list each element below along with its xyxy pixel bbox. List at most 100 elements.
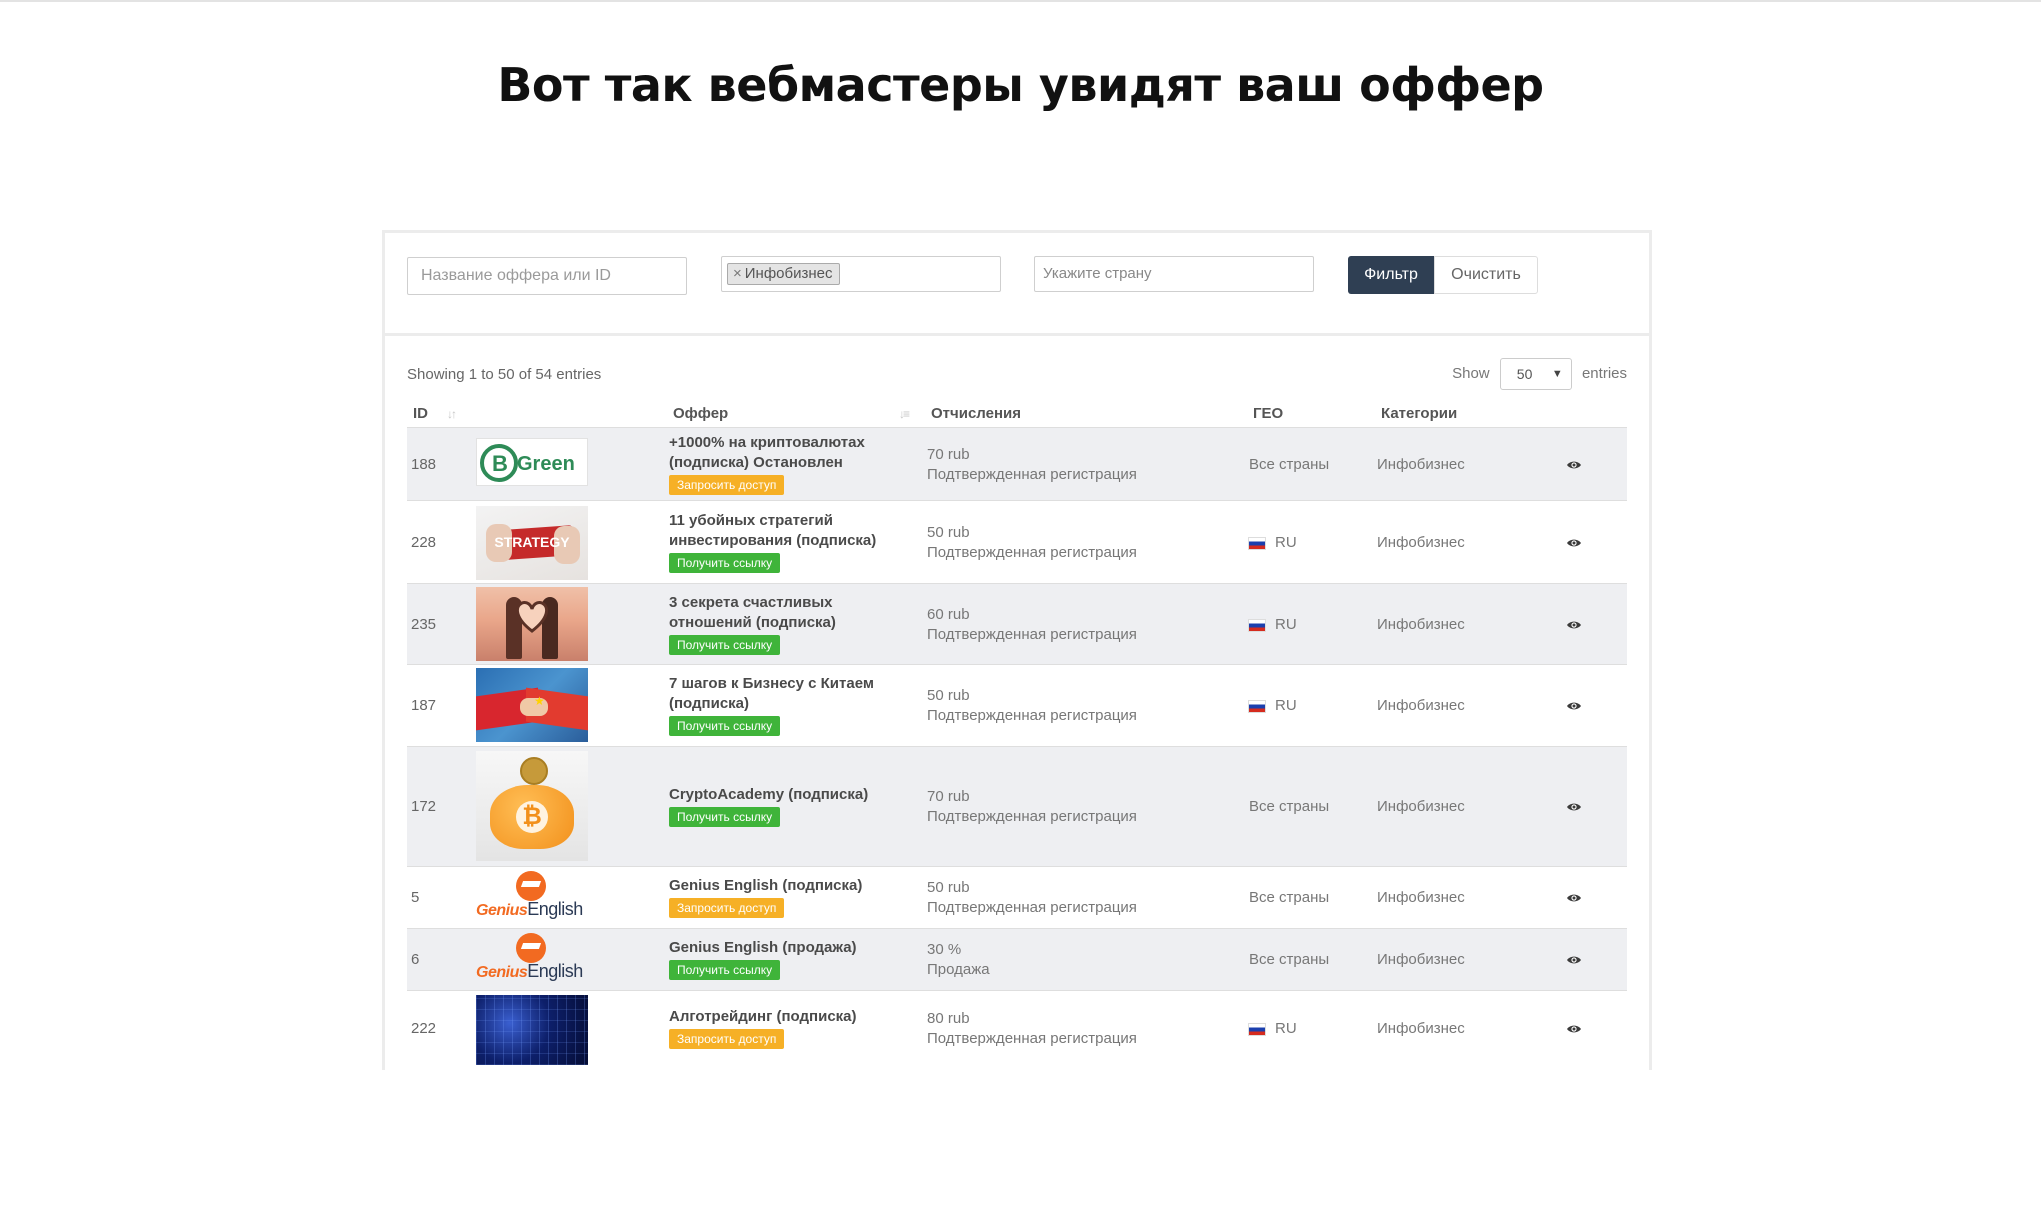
request-access-button[interactable]: Запросить доступ [669,898,785,918]
geo-cell: Все страны [1249,889,1329,906]
payout-amount: 50 rub [927,524,970,541]
column-id[interactable]: ID [413,405,428,422]
offer-title[interactable]: +1000% на криптовалютах (подписка) Остан… [669,433,909,473]
geo-cell: Все страны [1249,456,1329,473]
offer-title[interactable]: 3 секрета счастливых отношений (подписка… [669,593,909,633]
circuit-board-image [476,995,588,1065]
page-title: Вот так вебмастеры увидят ваш оффер [497,58,1544,112]
eye-icon[interactable] [1566,617,1582,633]
offer-title[interactable]: 11 убойных стратегий инвестирования (под… [669,511,909,551]
payout-amount: 50 rub [927,687,970,704]
table-row[interactable]: 5 GeniusEnglish Genius English (подписка) З… [407,866,1627,928]
get-link-button[interactable]: Получить ссылку [669,553,781,573]
eye-icon[interactable] [1566,457,1582,473]
table-row[interactable]: 222 Алготрейдинг (подписка) Запросить дост… [407,990,1627,1066]
payout-type: Подтвержденная регистрация [927,544,1137,561]
payout-cell: 50 rub Подтвержденная регистрация [927,523,1137,563]
page-size-control: Show 50 ▼ entries [1452,358,1627,392]
filter-button[interactable]: Фильтр [1348,256,1434,294]
svg-text:Green: Green [517,453,575,475]
category-value: Инфобизнес [1377,798,1465,815]
get-link-button[interactable]: Получить ссылку [669,716,781,736]
category-value: Инфобизнес [1377,697,1465,714]
request-access-button[interactable]: Запросить доступ [669,1029,785,1049]
couple-heart-image [476,587,588,661]
geo-value: RU [1275,616,1297,633]
category-tag[interactable]: × Инфобизнес [727,263,840,285]
category-value: Инфобизнес [1377,456,1465,473]
geo-cell: Все страны [1249,951,1329,968]
eye-icon[interactable] [1566,698,1582,714]
offer-search-input[interactable]: Название оффера или ID [407,257,687,295]
offer-title[interactable]: Genius English (подписка) [669,876,909,896]
offer-cell: 3 секрета счастливых отношений (подписка… [669,593,909,655]
russia-flag-icon [1249,537,1265,549]
get-link-button[interactable]: Получить ссылку [669,635,781,655]
offer-id: 235 [411,616,437,633]
offer-cell: 7 шагов к Бизнесу с Китаем (подписка) Пол… [669,674,909,736]
genius-wordmark: Genius [476,902,528,919]
svg-text:B: B [492,451,508,476]
page-size-value: 50 [1516,366,1533,383]
category-value: Инфобизнес [1377,534,1465,551]
geo-cell: RU [1249,534,1297,551]
table-row[interactable]: 6 GeniusEnglish Genius English (продажа) По… [407,928,1627,990]
get-link-button[interactable]: Получить ссылку [669,807,781,827]
column-categories[interactable]: Категории [1381,405,1457,422]
offer-id: 188 [411,456,437,473]
offer-id: 6 [411,951,420,968]
category-value: Инфобизнес [1377,616,1465,633]
offer-id: 5 [411,889,420,906]
clear-button[interactable]: Очистить [1434,256,1538,294]
payout-amount: 60 rub [927,606,970,623]
payout-cell: 70 rub Подтвержденная регистрация [927,445,1137,485]
geo-value: Все страны [1249,889,1330,906]
category-value: Инфобизнес [1377,889,1465,906]
column-geo[interactable]: ГЕО [1253,405,1283,422]
geo-cell: RU [1249,697,1297,714]
get-link-button[interactable]: Получить ссылку [669,960,781,980]
sort-icon[interactable]: ↓≡ [899,407,910,421]
geo-value: Все страны [1249,798,1330,815]
tag-remove-icon[interactable]: × [733,265,742,282]
column-offer[interactable]: Оффер [673,405,728,422]
payout-type: Подтвержденная регистрация [927,1030,1137,1047]
table-row[interactable]: 172 ₿ CryptoAcademy (подписка) Получить ссы… [407,746,1627,866]
geo-value: Все страны [1249,951,1330,968]
geo-cell: RU [1249,616,1297,633]
show-label: Show [1452,365,1490,383]
table-row[interactable]: 228 STRATEGY 11 убойных стратегий инвестир… [407,500,1627,583]
top-divider [0,0,2041,2]
eye-icon[interactable] [1566,890,1582,906]
column-payout[interactable]: Отчисления [931,405,1021,422]
eye-icon[interactable] [1566,1021,1582,1037]
payout-cell: 80 rub Подтвержденная регистрация [927,1009,1137,1049]
offer-title[interactable]: Genius English (продажа) [669,938,909,958]
offer-cell: Алготрейдинг (подписка) Запросить доступ [669,1007,909,1049]
category-select[interactable]: × Инфобизнес [721,256,1001,292]
offer-id: 187 [411,697,437,714]
payout-amount: 80 rub [927,1010,970,1027]
offer-title[interactable]: Алготрейдинг (подписка) [669,1007,909,1027]
country-select[interactable]: Укажите страну [1034,256,1314,292]
offers-panel: Название оффера или ID × Инфобизнес Укажи… [382,230,1652,1070]
geo-cell: RU [1249,1020,1297,1037]
sort-icon[interactable]: ↓↑ [447,407,457,421]
category-tag-label: Инфобизнес [744,265,833,282]
table-row[interactable]: 235 3 секрета счастливых отношений (подпи… [407,583,1627,664]
payout-type: Подтвержденная регистрация [927,626,1137,643]
offer-title[interactable]: CryptoAcademy (подписка) [669,785,909,805]
request-access-button[interactable]: Запросить доступ [669,475,785,495]
table-row[interactable]: 187 ★ 7 шагов к Бизнесу с Китаем (подписка… [407,664,1627,746]
offer-id: 228 [411,534,437,551]
eye-icon[interactable] [1566,952,1582,968]
offer-title[interactable]: 7 шагов к Бизнесу с Китаем (подписка) [669,674,909,714]
table-row[interactable]: 188 B Green +1000% на криптовалютах (подпис… [407,427,1627,500]
eye-icon[interactable] [1566,535,1582,551]
eye-icon[interactable] [1566,799,1582,815]
payout-type: Подтвержденная регистрация [927,466,1137,483]
offer-cell: +1000% на криптовалютах (подписка) Остан… [669,433,909,495]
russia-flag-icon [1249,1023,1265,1035]
entries-info: Showing 1 to 50 of 54 entries [407,366,602,383]
page-size-select[interactable]: 50 ▼ [1499,358,1572,391]
